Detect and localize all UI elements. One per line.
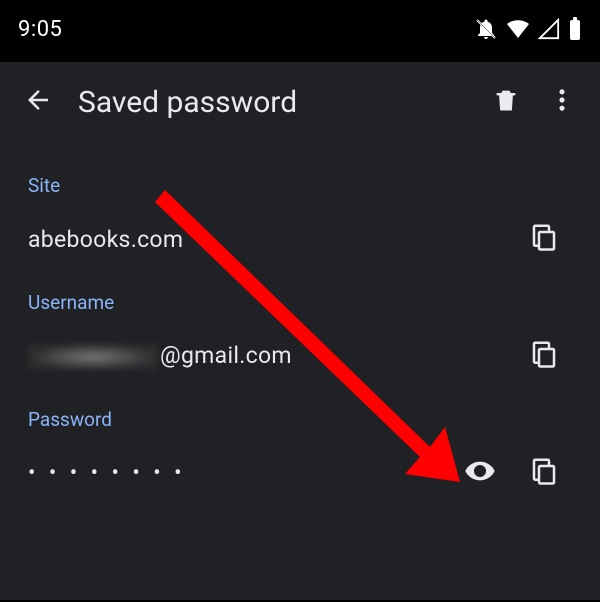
notifications-off-icon bbox=[474, 17, 498, 41]
more-button[interactable] bbox=[534, 74, 590, 130]
site-value: abebooks.com bbox=[28, 226, 516, 253]
site-row: abebooks.com bbox=[28, 211, 572, 267]
username-label: Username bbox=[28, 291, 572, 314]
status-time: 9:05 bbox=[18, 17, 62, 42]
battery-icon bbox=[568, 17, 582, 41]
username-suffix: @gmail.com bbox=[160, 342, 292, 369]
site-label: Site bbox=[28, 174, 572, 197]
copy-username-button[interactable] bbox=[516, 328, 572, 384]
eye-icon bbox=[464, 455, 496, 491]
copy-icon bbox=[529, 222, 559, 256]
copy-icon bbox=[529, 339, 559, 373]
username-row: @gmail.com bbox=[28, 328, 572, 384]
trash-icon bbox=[492, 86, 520, 118]
app-screen: Saved password bbox=[0, 62, 600, 600]
copy-site-button[interactable] bbox=[516, 211, 572, 267]
back-button[interactable] bbox=[10, 74, 66, 130]
copy-icon bbox=[529, 456, 559, 490]
delete-button[interactable] bbox=[478, 74, 534, 130]
status-icons bbox=[474, 17, 582, 41]
status-bar: 9:05 bbox=[0, 0, 600, 58]
app-bar: Saved password bbox=[0, 62, 600, 142]
username-value: @gmail.com bbox=[28, 342, 516, 370]
password-row: • • • • • • • • bbox=[28, 445, 572, 501]
arrow-back-icon bbox=[23, 85, 53, 119]
cell-signal-icon bbox=[538, 18, 560, 40]
reveal-password-button[interactable] bbox=[452, 445, 508, 501]
page-title: Saved password bbox=[78, 85, 478, 120]
wifi-icon bbox=[506, 17, 530, 41]
more-vert-icon bbox=[548, 86, 576, 118]
password-label: Password bbox=[28, 408, 572, 431]
copy-password-button[interactable] bbox=[516, 445, 572, 501]
password-value: • • • • • • • • bbox=[28, 461, 452, 486]
username-redacted bbox=[28, 344, 158, 370]
